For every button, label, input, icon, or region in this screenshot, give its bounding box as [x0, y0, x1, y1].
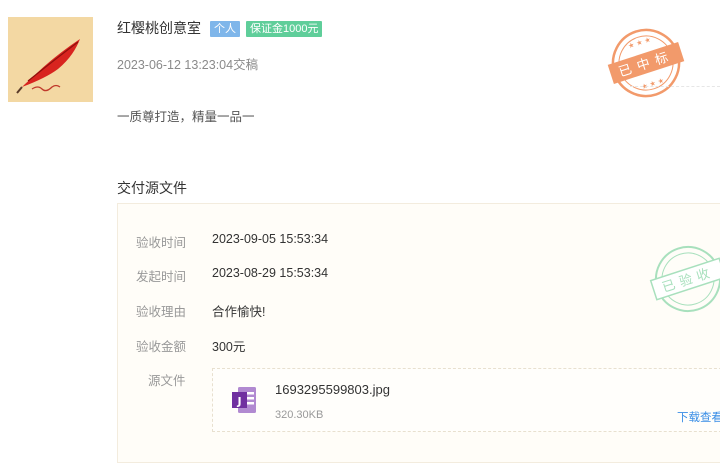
submit-time: 2023-06-12 13:23:04交稿: [117, 58, 259, 72]
divider: [630, 86, 720, 87]
won-stamp: ★ ★ ★ ★ ★ ★ 已中标: [603, 24, 689, 102]
shop-avatar[interactable]: [8, 17, 93, 102]
accept-amount-label: 验收金额: [136, 340, 187, 354]
source-file-label: 源文件: [148, 374, 186, 388]
accepted-stamp: 已验收: [648, 240, 720, 318]
accept-time-value: 2023-09-05 15:53:34: [212, 232, 329, 246]
initiate-time-value: 2023-08-29 15:53:34: [212, 266, 329, 280]
svg-text:J: J: [236, 395, 241, 408]
section-title: 交付源文件: [117, 180, 187, 196]
accept-reason-value: 合作愉快!: [212, 305, 266, 319]
feather-quill-icon: [8, 17, 93, 102]
file-size: 320.30KB: [275, 409, 324, 421]
onenote-file-icon: J: [232, 385, 258, 415]
tag-personal: 个人: [210, 21, 240, 37]
initiate-time-label: 发起时间: [136, 270, 187, 284]
accept-reason-label: 验收理由: [136, 305, 187, 319]
work-description: 一质尊打造，精量一品一: [117, 110, 255, 124]
file-card: [212, 368, 720, 432]
download-view-link[interactable]: 下载查看: [677, 409, 720, 425]
accept-amount-value: 300元: [212, 340, 246, 354]
file-name[interactable]: 1693295599803.jpg: [275, 382, 390, 397]
tag-deposit: 保证金1000元: [246, 21, 323, 37]
shop-name[interactable]: 红樱桃创意室: [117, 18, 201, 38]
svg-text:★ ★ ★: ★ ★ ★: [627, 36, 652, 51]
accept-time-label: 验收时间: [136, 236, 187, 250]
